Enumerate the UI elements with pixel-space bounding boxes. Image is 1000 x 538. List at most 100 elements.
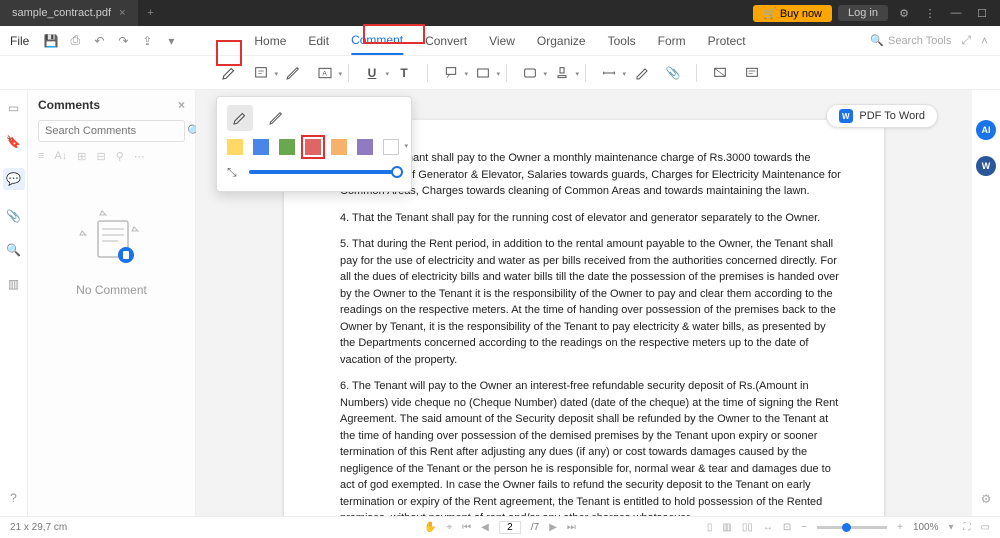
save-icon[interactable]: 💾	[43, 33, 59, 49]
highlighter-marker-icon[interactable]	[227, 105, 253, 131]
file-menu[interactable]: File	[0, 34, 39, 48]
window-more-icon[interactable]: ⋮	[920, 7, 940, 20]
attachment-tool-icon[interactable]: 📎	[664, 64, 682, 82]
collapse-ribbon-icon[interactable]: ˄	[981, 34, 988, 48]
zoom-slider-thumb[interactable]	[842, 523, 851, 532]
doc-paragraph: 4. That the Tenant shall pay for the run…	[340, 210, 844, 227]
page-number-input[interactable]	[499, 521, 521, 534]
tab-view[interactable]: View	[489, 28, 515, 54]
properties-icon[interactable]: ⚙	[981, 492, 992, 506]
read-mode-icon[interactable]: ▭	[981, 522, 990, 533]
zoom-in-icon[interactable]: +	[897, 522, 903, 533]
tab-edit[interactable]: Edit	[308, 28, 329, 54]
two-page-view-icon[interactable]: ▯▯	[742, 522, 753, 533]
pdf-to-word-button[interactable]: W PDF To Word	[826, 104, 938, 128]
attachments-rail-icon[interactable]: 📎	[6, 208, 22, 224]
note-tool-icon[interactable]	[252, 64, 270, 82]
window-settings-icon[interactable]: ⚙	[894, 7, 914, 20]
fullscreen-icon[interactable]: ⛶	[964, 522, 971, 533]
zoom-dropdown-icon[interactable]: ▾	[949, 522, 954, 533]
measure-tool-icon[interactable]	[600, 64, 618, 82]
color-swatch-red[interactable]	[305, 139, 321, 155]
rectangle-shape-icon[interactable]	[521, 64, 539, 82]
tab-form[interactable]: Form	[658, 28, 686, 54]
print-icon[interactable]: ⎙	[67, 33, 83, 49]
window-minimize-icon[interactable]: —	[946, 7, 966, 19]
comments-search-input[interactable]	[45, 125, 187, 137]
undo-icon[interactable]: ↶	[91, 33, 107, 49]
eraser-tool-icon[interactable]	[632, 64, 650, 82]
help-icon[interactable]: ?	[6, 490, 22, 506]
tab-convert[interactable]: Convert	[425, 28, 467, 54]
color-swatch-green[interactable]	[279, 139, 295, 155]
comments-filter-tools: ≡ A↓ ⊞ ⊟ ⚲ ⋯	[38, 150, 185, 163]
zoom-out-icon[interactable]: −	[801, 522, 807, 533]
window-maximize-icon[interactable]: ☐	[972, 7, 992, 20]
tab-home[interactable]: Home	[254, 28, 286, 54]
thumbnails-icon[interactable]: ▭	[6, 100, 22, 116]
tab-organize[interactable]: Organize	[537, 28, 586, 54]
comments-search[interactable]: 🔍	[38, 120, 185, 142]
expand-icon[interactable]: ⊞	[77, 150, 86, 163]
word-badge-icon[interactable]: W	[976, 156, 996, 176]
more-icon[interactable]: ⋯	[134, 150, 145, 163]
stamp-tool-icon[interactable]	[553, 64, 571, 82]
pencil-tool-icon[interactable]	[284, 64, 302, 82]
color-swatch-orange[interactable]	[331, 139, 347, 155]
textbox2-tool-icon[interactable]	[474, 64, 492, 82]
color-swatch-yellow[interactable]	[227, 139, 243, 155]
callout-tool-icon[interactable]	[442, 64, 460, 82]
redo-icon[interactable]: ↷	[115, 33, 131, 49]
close-tab-icon[interactable]: ×	[119, 7, 125, 19]
tab-comment[interactable]: Comment	[351, 27, 403, 55]
share-icon[interactable]: ⇪	[139, 33, 155, 49]
fit-width-icon[interactable]: ↔	[763, 522, 773, 533]
hand-tool-icon[interactable]: ✋	[424, 522, 436, 533]
prev-page-icon[interactable]: ◀	[481, 522, 489, 533]
filter-icon[interactable]: ≡	[38, 150, 44, 163]
buy-now-button[interactable]: 🛒 Buy now	[753, 5, 832, 22]
last-page-icon[interactable]: ⏭	[567, 522, 576, 533]
highlighter-tool-icon[interactable]	[220, 64, 238, 82]
text-box-tool-icon[interactable]: A	[316, 64, 334, 82]
close-comments-icon[interactable]: ×	[178, 98, 185, 112]
continuous-view-icon[interactable]: ▥	[722, 522, 731, 533]
menu-tabs: Home Edit Comment Convert View Organize …	[254, 26, 745, 55]
first-page-icon[interactable]: ⏮	[462, 522, 471, 533]
text-tool-icon[interactable]: T	[395, 64, 413, 82]
tab-title: sample_contract.pdf	[12, 7, 111, 19]
select-tool-icon[interactable]: ⌖	[447, 522, 453, 533]
filter2-icon[interactable]: ⚲	[116, 150, 124, 163]
bookmarks-icon[interactable]: 🔖	[6, 134, 22, 150]
expand-up-icon[interactable]: ⤢	[961, 33, 971, 48]
sort-az-icon[interactable]: A↓	[54, 150, 67, 163]
comments-list-icon[interactable]	[743, 64, 761, 82]
login-button[interactable]: Log in	[838, 5, 888, 21]
ai-badge-icon[interactable]: AI	[976, 120, 996, 140]
tab-tools[interactable]: Tools	[608, 28, 636, 54]
qat-dropdown-icon[interactable]: ▾	[163, 33, 179, 49]
document-tab[interactable]: sample_contract.pdf ×	[0, 0, 138, 26]
search-tools-input[interactable]: 🔍 Search Tools	[870, 34, 951, 47]
hide-comments-icon[interactable]	[711, 64, 729, 82]
collapse-icon[interactable]: ⊟	[96, 150, 105, 163]
single-page-view-icon[interactable]: ▯	[707, 522, 713, 533]
search-rail-icon[interactable]: 🔍	[6, 242, 22, 258]
fit-page-icon[interactable]: ⊡	[783, 522, 791, 533]
opacity-slider-thumb[interactable]	[391, 166, 403, 178]
color-swatch-purple[interactable]	[357, 139, 373, 155]
next-page-icon[interactable]: ▶	[549, 522, 557, 533]
color-more-icon[interactable]	[383, 139, 399, 155]
search-icon: 🔍	[870, 34, 884, 47]
underline-tool-icon[interactable]: U	[363, 64, 381, 82]
color-swatch-blue[interactable]	[253, 139, 269, 155]
doc-paragraph: 5. That during the Rent period, in addit…	[340, 236, 844, 368]
comments-rail-icon[interactable]: 💬	[3, 168, 25, 190]
new-tab-button[interactable]: +	[138, 7, 164, 19]
zoom-slider[interactable]	[817, 526, 887, 529]
opacity-slider[interactable]	[249, 170, 401, 174]
highlighter-pen-icon[interactable]	[263, 105, 289, 131]
fields-rail-icon[interactable]: ▥	[6, 276, 22, 292]
tab-protect[interactable]: Protect	[708, 28, 746, 54]
opacity-icon: ⤡	[227, 165, 241, 179]
